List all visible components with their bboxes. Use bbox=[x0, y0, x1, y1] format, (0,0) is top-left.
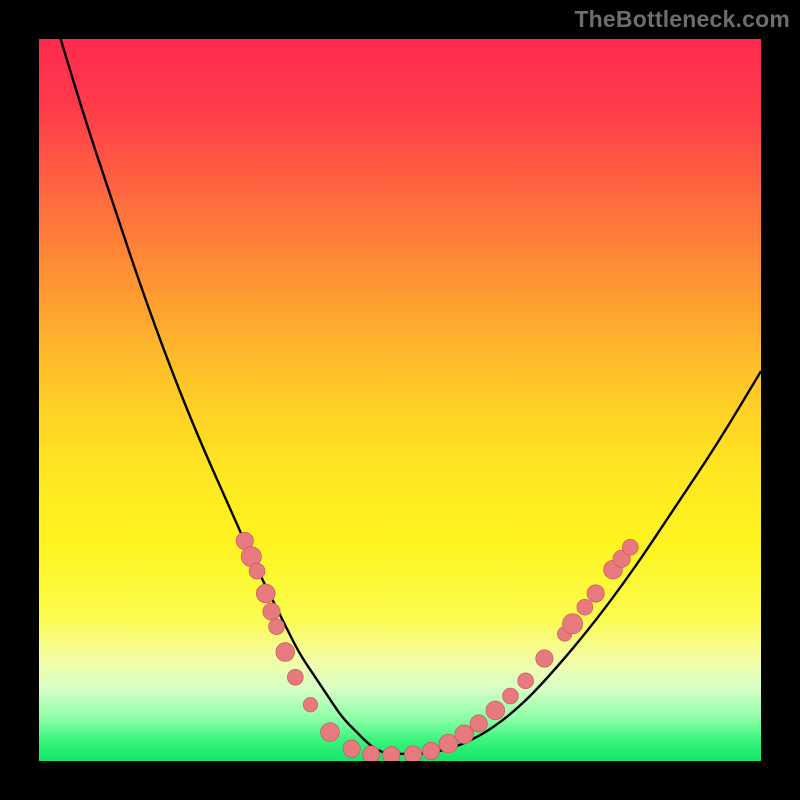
data-dot bbox=[486, 701, 505, 720]
data-dot bbox=[439, 734, 458, 753]
data-dot bbox=[587, 585, 604, 602]
plot-area bbox=[39, 39, 761, 761]
data-dot bbox=[303, 697, 317, 711]
data-dot bbox=[518, 673, 534, 689]
data-dot bbox=[249, 563, 265, 579]
data-dot bbox=[470, 715, 487, 732]
data-dot bbox=[503, 688, 519, 704]
data-dot bbox=[256, 584, 275, 603]
watermark-text: TheBottleneck.com bbox=[574, 6, 790, 33]
data-dot bbox=[276, 643, 295, 662]
data-dot bbox=[383, 747, 400, 761]
data-dot bbox=[269, 619, 285, 635]
data-dots bbox=[39, 39, 761, 761]
data-dot bbox=[422, 742, 439, 759]
chart-frame: TheBottleneck.com bbox=[0, 0, 800, 800]
data-dot bbox=[536, 650, 553, 667]
data-dot bbox=[362, 746, 379, 761]
data-dot bbox=[622, 539, 638, 555]
data-dot bbox=[263, 603, 280, 620]
data-dot bbox=[404, 746, 421, 761]
data-dot bbox=[343, 740, 360, 757]
data-dot bbox=[562, 614, 582, 634]
data-dot bbox=[287, 669, 303, 685]
data-dot bbox=[321, 723, 340, 742]
data-dot bbox=[577, 599, 593, 615]
